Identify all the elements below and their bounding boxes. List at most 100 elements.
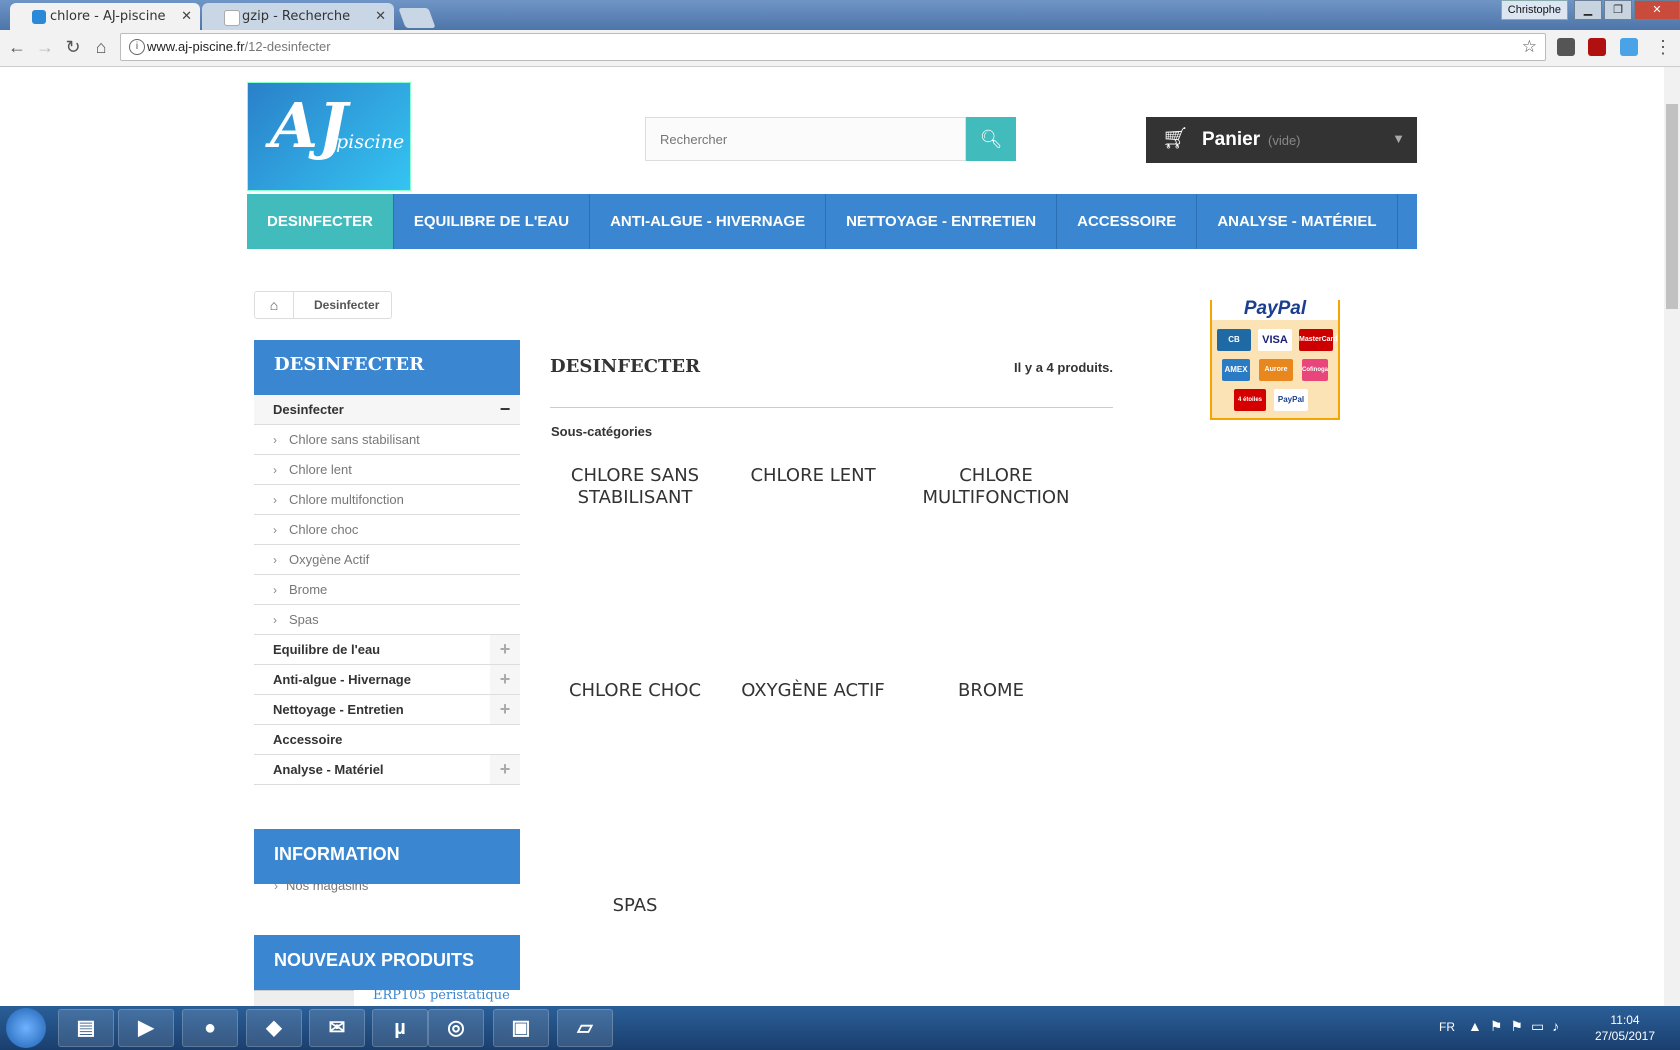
new-products-block-title[interactable]: NOUVEAUX PRODUITS bbox=[254, 935, 520, 990]
subcategory-link[interactable]: CHLORE MULTIFONCTION bbox=[913, 465, 1079, 509]
language-indicator[interactable]: FR bbox=[1439, 1020, 1455, 1034]
expand-icon[interactable]: + bbox=[490, 755, 520, 784]
scrollbar-thumb[interactable] bbox=[1666, 104, 1678, 309]
category-item[interactable]: Nettoyage - Entretien + bbox=[254, 695, 520, 725]
cart-button[interactable]: 🛒︎ Panier (vide) ▼ bbox=[1146, 117, 1417, 163]
subcategory-item[interactable]: › Chlore sans stabilisant bbox=[254, 425, 520, 455]
restore-button[interactable]: ❐ bbox=[1604, 0, 1632, 20]
subcategory-link[interactable]: CHLORE SANS STABILISANT bbox=[555, 465, 715, 509]
subcategory-item[interactable]: › Spas bbox=[254, 605, 520, 635]
category-item[interactable]: Anti-algue - Hivernage + bbox=[254, 665, 520, 695]
water-drop-icon bbox=[32, 10, 46, 24]
subcategory-item[interactable]: › Chlore multifonction bbox=[254, 485, 520, 515]
tab-aj-piscine[interactable]: chlore - AJ-piscine ✕ bbox=[10, 3, 200, 30]
search-input[interactable] bbox=[646, 118, 942, 160]
information-block-title: INFORMATION bbox=[254, 829, 520, 884]
new-product-image[interactable] bbox=[254, 990, 354, 1006]
new-product-name[interactable]: ERP105 péristatique bbox=[373, 988, 510, 1003]
home-icon[interactable]: ⌂ bbox=[90, 36, 112, 58]
chevron-right-icon: › bbox=[273, 613, 277, 627]
reload-icon[interactable]: ↻ bbox=[62, 36, 84, 58]
info-icon[interactable]: i bbox=[129, 39, 145, 55]
subcategory-link[interactable]: CHLORE CHOC bbox=[555, 680, 715, 702]
extension-icon[interactable] bbox=[1557, 38, 1575, 56]
close-window-button[interactable]: ✕ bbox=[1634, 0, 1680, 20]
nos-magasins-link[interactable]: › Nos magasins bbox=[274, 878, 368, 893]
minimize-button[interactable]: ▁ bbox=[1574, 0, 1602, 20]
tab-google[interactable]: gzip - Recherche Google ✕ bbox=[202, 3, 394, 51]
mastercard-icon: MasterCard bbox=[1299, 329, 1338, 351]
address-bar[interactable]: i www.aj-piscine.fr/12-desinfecter ☆ bbox=[120, 33, 1546, 61]
expand-icon[interactable]: + bbox=[490, 635, 520, 664]
home-icon[interactable]: ⌂ bbox=[255, 292, 294, 318]
start-button[interactable] bbox=[6, 1008, 46, 1048]
search-box bbox=[645, 117, 966, 161]
new-tab-button[interactable] bbox=[398, 8, 436, 28]
category-item[interactable]: Desinfecter − bbox=[254, 395, 520, 425]
photoshop-icon[interactable]: ▣ bbox=[493, 1009, 549, 1047]
close-tab-icon[interactable]: ✕ bbox=[375, 3, 386, 30]
menu-item[interactable]: ANALYSE - MATÉRIEL bbox=[1197, 194, 1398, 249]
menu-item[interactable]: ANTI-ALGUE - HIVERNAGE bbox=[590, 194, 827, 249]
search-icon: 🔍︎ bbox=[979, 129, 1003, 149]
category-label: Chlore multifonction bbox=[289, 492, 404, 507]
subcategory-link[interactable]: SPAS bbox=[555, 895, 715, 917]
main-menu: DESINFECTER EQUILIBRE DE L'EAU ANTI-ALGUE … bbox=[247, 194, 1417, 249]
subcategory-link[interactable]: OXYGÈNE ACTIF bbox=[733, 680, 893, 702]
file-explorer-icon[interactable]: ▤ bbox=[58, 1009, 114, 1047]
chrome-icon[interactable]: ◎ bbox=[428, 1009, 484, 1047]
acrobat-icon[interactable]: ◆ bbox=[246, 1009, 302, 1047]
paypal-payment-badge[interactable]: PayPal CB VISA MasterCard AMEX Aurore Co… bbox=[1210, 298, 1340, 420]
visa-card-icon: VISA bbox=[1258, 329, 1292, 351]
category-label: Spas bbox=[289, 612, 319, 627]
menu-kebab-icon[interactable]: ⋮ bbox=[1652, 36, 1674, 58]
user-profile-badge[interactable]: Christophe bbox=[1500, 0, 1568, 20]
google-icon bbox=[224, 10, 240, 26]
collapse-icon[interactable]: − bbox=[490, 395, 520, 424]
expand-icon[interactable]: + bbox=[490, 695, 520, 724]
categories-block-title[interactable]: DESINFECTER bbox=[254, 340, 520, 395]
subcategory-item[interactable]: › Oxygène Actif bbox=[254, 545, 520, 575]
bookmark-star-icon[interactable]: ☆ bbox=[1522, 37, 1537, 57]
site-logo[interactable]: AJ piscine bbox=[247, 82, 411, 191]
chevron-right-icon: › bbox=[273, 463, 277, 477]
menu-item[interactable]: NETTOYAGE - ENTRETIEN bbox=[826, 194, 1058, 249]
chevron-down-icon: ▼ bbox=[1392, 131, 1405, 146]
subcategory-item[interactable]: › Chlore lent bbox=[254, 455, 520, 485]
menu-item[interactable]: ACCESSOIRE bbox=[1057, 194, 1198, 249]
forward-arrow-icon[interactable]: → bbox=[34, 36, 56, 58]
search-button[interactable]: 🔍︎ bbox=[966, 117, 1016, 161]
cart-icon: 🛒︎ bbox=[1162, 127, 1189, 150]
category-item[interactable]: Analyse - Matériel + bbox=[254, 755, 520, 785]
utorrent-icon[interactable]: µ bbox=[372, 1009, 428, 1047]
firefox-icon[interactable]: ● bbox=[182, 1009, 238, 1047]
browser-toolbar: ← → ↻ ⌂ i www.aj-piscine.fr/12-desinfect… bbox=[0, 30, 1680, 67]
chevron-right-icon: › bbox=[274, 879, 278, 893]
system-tray-icons[interactable]: ▲⚑⚑▭♪ bbox=[1468, 1018, 1567, 1035]
expand-icon[interactable]: + bbox=[490, 665, 520, 694]
close-tab-icon[interactable]: ✕ bbox=[181, 3, 192, 30]
paypal-card-icon: PayPal bbox=[1274, 389, 1308, 411]
subcategory-item[interactable]: › Brome bbox=[254, 575, 520, 605]
outlook-icon[interactable]: ✉ bbox=[309, 1009, 365, 1047]
menu-item[interactable]: DESINFECTER bbox=[247, 194, 394, 249]
category-item[interactable]: Equilibre de l'eau + bbox=[254, 635, 520, 665]
notepad-icon[interactable]: ▱ bbox=[557, 1009, 613, 1047]
back-arrow-icon[interactable]: ← bbox=[6, 36, 28, 58]
pdf-extension-icon[interactable] bbox=[1588, 38, 1606, 56]
clock[interactable]: 11:04 27/05/2017 bbox=[1580, 1012, 1670, 1044]
url-text[interactable]: www.aj-piscine.fr/12-desinfecter bbox=[147, 39, 331, 54]
subcategory-item[interactable]: › Chlore choc bbox=[254, 515, 520, 545]
cart-status: (vide) bbox=[1268, 133, 1301, 148]
subcategory-link[interactable]: CHLORE LENT bbox=[733, 465, 893, 487]
cloud-extension-icon[interactable] bbox=[1620, 38, 1638, 56]
menu-item[interactable]: EQUILIBRE DE L'EAU bbox=[394, 194, 591, 249]
chevron-right-icon: › bbox=[273, 523, 277, 537]
category-item[interactable]: Accessoire bbox=[254, 725, 520, 755]
subcategories-heading: Sous-catégories bbox=[551, 424, 653, 439]
category-label: Chlore sans stabilisant bbox=[289, 432, 420, 447]
divider bbox=[550, 407, 1113, 408]
media-player-icon[interactable]: ▶ bbox=[118, 1009, 174, 1047]
category-label: Oxygène Actif bbox=[289, 552, 370, 567]
subcategory-link[interactable]: BROME bbox=[911, 680, 1071, 702]
